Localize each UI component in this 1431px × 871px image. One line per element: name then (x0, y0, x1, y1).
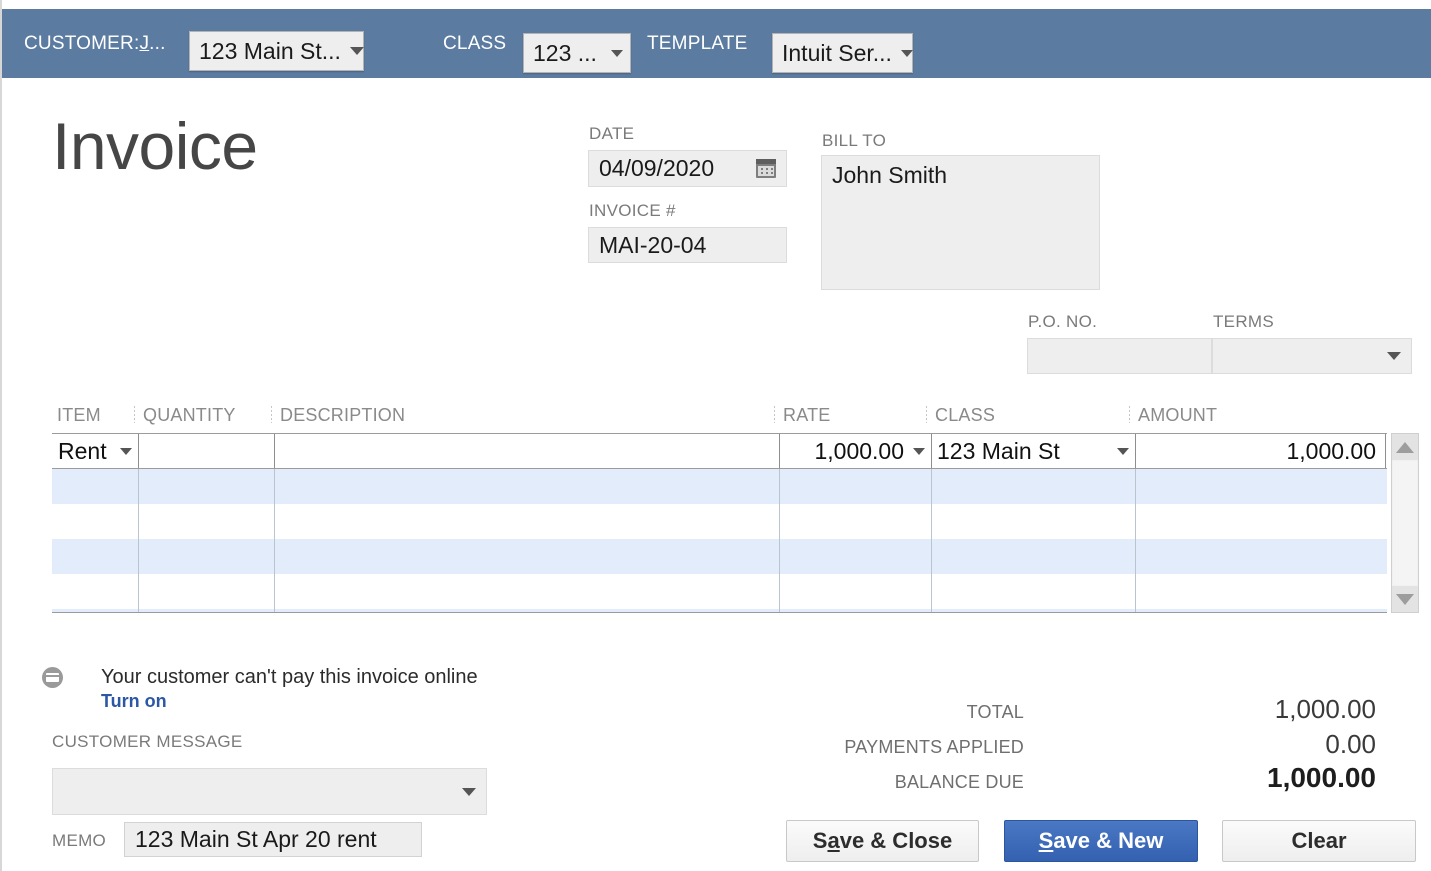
payments-applied-value: 0.00 (1325, 729, 1376, 759)
customer-job-dropdown[interactable]: 123 Main St... (189, 31, 364, 71)
balance-due-value: 1,000.00 (1267, 762, 1376, 793)
date-field[interactable]: 04/09/2020 (588, 150, 787, 187)
cell-item[interactable]: Rent (52, 434, 138, 468)
customer-label-suffix: ... (149, 32, 166, 54)
column-header-description: DESCRIPTION (270, 405, 406, 425)
cell-class[interactable]: 123 Main St (931, 434, 1135, 468)
save-new-mnemonic: S (1038, 828, 1054, 853)
customer-job-value: 123 Main St... (199, 37, 341, 64)
calendar-icon[interactable] (756, 159, 776, 178)
template-label: TEMPLATE (647, 32, 748, 54)
template-dropdown[interactable]: Intuit Ser... (772, 33, 913, 73)
po-number-label: P.O. NO. (1028, 312, 1098, 331)
line-items-scrollbar[interactable] (1391, 433, 1419, 613)
line-items-grid: Rent 1,000.00 123 Main St 1,000.00 (52, 433, 1431, 613)
scrollbar-track[interactable] (1393, 461, 1417, 585)
line-items-header: ITEM QUANTITY DESCRIPTION RATE CLASS AMO… (52, 405, 1412, 429)
chevron-down-icon (913, 447, 925, 455)
memo-label: MEMO (52, 831, 107, 850)
column-header-item: ITEM (57, 405, 101, 425)
payments-applied-label: PAYMENTS APPLIED (844, 737, 1024, 757)
balance-due-label: BALANCE DUE (894, 772, 1024, 792)
save-close-pre: S (812, 828, 828, 853)
customer-label-prefix: CUSTOMER: (24, 32, 140, 54)
template-value: Intuit Ser... (782, 39, 892, 66)
column-header-amount: AMOUNT (1128, 405, 1218, 425)
save-close-post: ve & Close (839, 828, 953, 853)
bill-to-value: John Smith (832, 162, 948, 188)
invoice-window: CUSTOMER:J... 123 Main St... CLASS 123 .… (0, 0, 1431, 871)
total-label: TOTAL (966, 702, 1024, 722)
invoice-number-value: MAI-20-04 (599, 231, 707, 258)
save-and-close-button[interactable]: Sa ve & Close (786, 820, 979, 862)
table-row[interactable] (52, 469, 1387, 504)
bill-to-field[interactable]: John Smith (821, 155, 1100, 290)
table-row[interactable]: Rent 1,000.00 123 Main St 1,000.00 (52, 434, 1387, 469)
page-title: Invoice (52, 109, 258, 183)
invoice-number-label: INVOICE # (589, 201, 676, 220)
total-value: 1,000.00 (1274, 694, 1376, 724)
customer-message-label: CUSTOMER MESSAGE (52, 732, 243, 751)
table-row[interactable] (52, 504, 1387, 539)
class-value: 123 ... (533, 39, 597, 66)
customer-message-dropdown[interactable] (52, 768, 487, 815)
column-header-class: CLASS (925, 405, 996, 425)
customer-label-mnemonic: J (139, 32, 150, 54)
date-value: 04/09/2020 (599, 155, 715, 181)
table-row[interactable] (52, 574, 1387, 609)
table-row[interactable] (52, 539, 1387, 574)
cell-amount[interactable]: 1,000.00 (1135, 434, 1385, 468)
column-header-quantity: QUANTITY (134, 405, 236, 425)
save-and-new-button[interactable]: Save & New (1004, 820, 1198, 862)
table-row[interactable] (52, 609, 1387, 612)
turn-on-link[interactable]: Turn on (101, 691, 167, 712)
invoice-header-ribbon: CUSTOMER:J... 123 Main St... CLASS 123 .… (2, 9, 1431, 78)
chevron-down-icon (120, 447, 132, 455)
save-new-post: ave & New (1053, 828, 1164, 853)
class-dropdown[interactable]: 123 ... (523, 33, 631, 73)
date-label: DATE (589, 124, 635, 143)
online-payment-notice: Your customer can't pay this invoice onl… (101, 666, 478, 688)
clear-button[interactable]: Clear (1222, 820, 1416, 862)
scroll-down-arrow-icon[interactable] (1392, 586, 1418, 612)
cell-quantity[interactable] (138, 434, 274, 468)
class-label: CLASS (443, 32, 507, 54)
customer-job-label: CUSTOMER:J... (24, 33, 166, 55)
scroll-up-arrow-icon[interactable] (1392, 434, 1418, 460)
po-number-field[interactable] (1027, 338, 1212, 374)
credit-card-icon (42, 667, 63, 688)
cell-rate-value: 1,000.00 (814, 437, 904, 464)
invoice-number-field[interactable]: MAI-20-04 (588, 227, 787, 263)
cell-rate[interactable]: 1,000.00 (779, 434, 931, 468)
cell-item-value: Rent (58, 437, 107, 464)
chevron-down-icon (462, 787, 476, 796)
terms-label: TERMS (1213, 312, 1274, 331)
cell-class-value: 123 Main St (937, 437, 1060, 464)
terms-dropdown[interactable] (1212, 338, 1412, 374)
chevron-down-icon (611, 49, 623, 57)
chevron-down-icon (900, 49, 913, 57)
save-close-mnemonic: a (827, 828, 840, 853)
cell-description[interactable] (274, 434, 779, 468)
cell-amount-value: 1,000.00 (1286, 437, 1376, 464)
memo-value: 123 Main St Apr 20 rent (135, 826, 377, 852)
memo-field[interactable]: 123 Main St Apr 20 rent (124, 822, 422, 857)
bill-to-label: BILL TO (822, 131, 887, 150)
line-items-rows: Rent 1,000.00 123 Main St 1,000.00 (52, 433, 1387, 613)
chevron-down-icon (1117, 447, 1129, 455)
chevron-down-icon (349, 47, 364, 55)
column-header-rate: RATE (773, 405, 831, 425)
chevron-down-icon (1387, 352, 1401, 360)
